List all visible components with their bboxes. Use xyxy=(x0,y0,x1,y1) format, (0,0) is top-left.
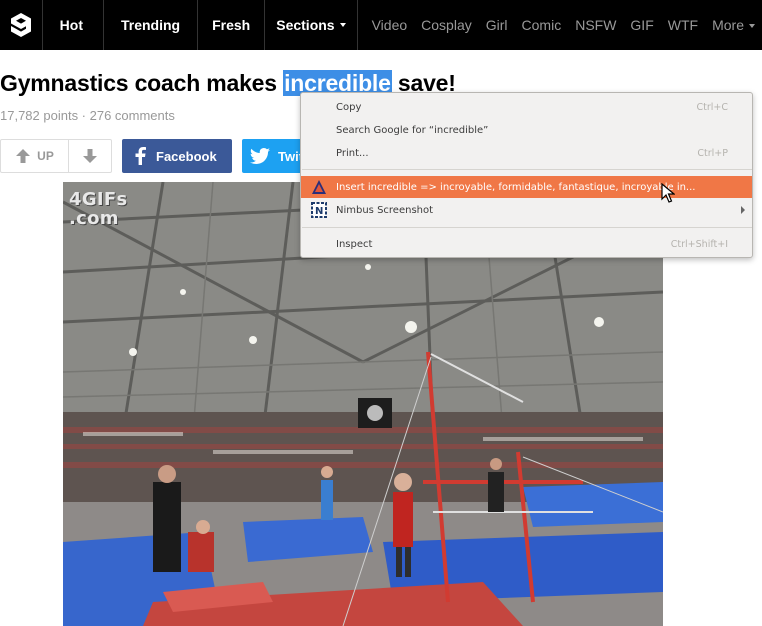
menu-item-insert-translation[interactable]: Insert incredible => incroyable, formida… xyxy=(301,176,752,198)
nav-section-video[interactable]: Video xyxy=(365,17,415,33)
submenu-arrow-icon xyxy=(741,206,745,214)
post-title-text: Gymnastics coach makes xyxy=(0,70,284,96)
nav-sections-dropdown[interactable]: Sections xyxy=(265,0,358,50)
downvote-button[interactable] xyxy=(69,140,111,172)
nav-more-label: More xyxy=(712,17,744,33)
vote-buttons: UP xyxy=(0,139,112,173)
nav-hot[interactable]: Hot xyxy=(43,0,104,50)
nav-section-nsfw[interactable]: NSFW xyxy=(568,17,623,33)
nav-section-gif[interactable]: GIF xyxy=(623,17,660,33)
menu-item-nimbus-label: Nimbus Screenshot xyxy=(336,204,434,216)
menu-item-copy[interactable]: Copy Ctrl+C xyxy=(301,96,752,118)
nav-section-cosplay[interactable]: Cosplay xyxy=(414,17,479,33)
nav-hot-label: Hot xyxy=(59,17,83,33)
context-menu: Copy Ctrl+C Search Google for “incredibl… xyxy=(300,92,753,258)
menu-item-inspect[interactable]: Inspect Ctrl+Shift+I xyxy=(301,233,752,255)
9gag-logo-icon[interactable] xyxy=(0,0,43,50)
nav-trending-label: Trending xyxy=(120,17,181,33)
upvote-label: UP xyxy=(37,149,54,163)
svg-text:N: N xyxy=(315,206,323,217)
arrow-up-icon xyxy=(16,149,31,163)
nav-sections-label: Sections xyxy=(276,17,335,33)
menu-item-inspect-label: Inspect xyxy=(336,238,373,250)
menu-item-search-label: Search Google for “incredible” xyxy=(336,124,489,136)
nav-more-dropdown[interactable]: More xyxy=(705,17,762,33)
menu-separator xyxy=(302,169,752,170)
menu-item-print-label: Print... xyxy=(336,147,369,159)
facebook-share-button[interactable]: Facebook xyxy=(122,139,232,173)
menu-item-print-shortcut: Ctrl+P xyxy=(697,147,728,159)
chevron-down-icon xyxy=(339,23,346,27)
post-meta: 17,782 points · 276 comments xyxy=(0,108,175,123)
nimbus-screenshot-icon: N xyxy=(311,202,327,218)
twitter-icon xyxy=(250,148,270,164)
nav-section-girl[interactable]: Girl xyxy=(479,17,515,33)
facebook-icon xyxy=(135,147,146,165)
menu-item-inspect-shortcut: Ctrl+Shift+I xyxy=(670,238,728,250)
nav-trending[interactable]: Trending xyxy=(104,0,199,50)
chevron-down-icon xyxy=(749,24,755,29)
mouse-cursor-icon xyxy=(661,183,675,203)
nav-section-comic[interactable]: Comic xyxy=(515,17,569,33)
translate-extension-icon xyxy=(312,180,326,194)
top-nav: Hot Trending Fresh Sections Video Cospla… xyxy=(0,0,762,50)
menu-item-search-google[interactable]: Search Google for “incredible” xyxy=(301,119,752,141)
nav-fresh-label: Fresh xyxy=(212,17,251,33)
menu-item-print[interactable]: Print... Ctrl+P xyxy=(301,142,752,164)
menu-item-insert-label: Insert incredible => incroyable, formida… xyxy=(336,181,696,193)
menu-item-copy-shortcut: Ctrl+C xyxy=(696,101,729,113)
facebook-label: Facebook xyxy=(156,148,217,164)
watermark-line2: .com xyxy=(69,208,119,229)
menu-separator xyxy=(302,227,752,228)
watermark-line1: 4GIFs xyxy=(69,189,128,210)
nav-section-wtf[interactable]: WTF xyxy=(661,17,705,33)
menu-item-nimbus-screenshot[interactable]: N Nimbus Screenshot xyxy=(301,199,752,221)
gif-watermark: 4GIFs .com xyxy=(69,190,128,228)
upvote-button[interactable]: UP xyxy=(1,140,69,172)
nav-fresh[interactable]: Fresh xyxy=(198,0,266,50)
arrow-down-icon xyxy=(83,149,97,163)
menu-item-copy-label: Copy xyxy=(336,101,362,113)
